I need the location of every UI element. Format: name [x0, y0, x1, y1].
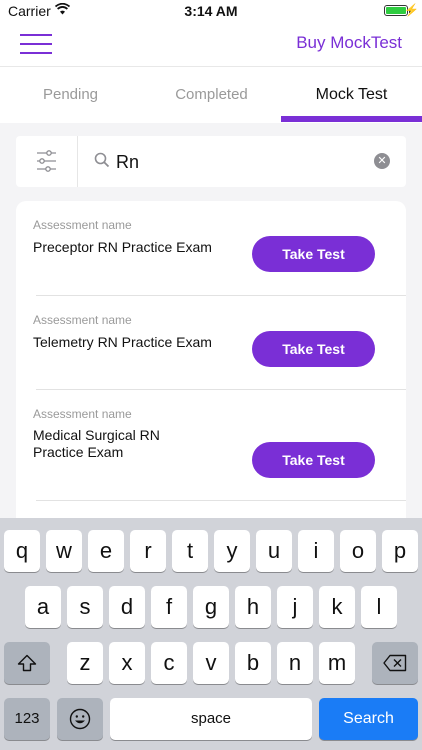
search-input[interactable]	[116, 148, 366, 176]
shift-key[interactable]	[4, 642, 50, 684]
key-j[interactable]: j	[277, 586, 313, 628]
backspace-icon	[383, 654, 407, 672]
nav-bar: Buy MockTest	[0, 22, 422, 66]
space-key[interactable]: space	[110, 698, 312, 740]
emoji-key[interactable]	[57, 698, 103, 740]
assessment-name: Telemetry RN Practice Exam	[33, 334, 212, 350]
key-r[interactable]: r	[130, 530, 166, 572]
key-e[interactable]: e	[88, 530, 124, 572]
key-i[interactable]: i	[298, 530, 334, 572]
key-b[interactable]: b	[235, 642, 271, 684]
key-c[interactable]: c	[151, 642, 187, 684]
key-n[interactable]: n	[277, 642, 313, 684]
take-test-button[interactable]: Take Test	[252, 331, 375, 367]
key-g[interactable]: g	[193, 586, 229, 628]
divider	[36, 389, 406, 390]
key-z[interactable]: z	[67, 642, 103, 684]
keyboard: q w e r t y u i o p a s d f g h j k l z …	[0, 518, 422, 750]
key-x[interactable]: x	[109, 642, 145, 684]
buy-mocktest-button[interactable]: Buy MockTest	[296, 33, 402, 53]
key-m[interactable]: m	[319, 642, 355, 684]
search-icon	[94, 152, 110, 168]
assessment-caption: Assessment name	[33, 218, 132, 232]
key-t[interactable]: t	[172, 530, 208, 572]
status-time: 3:14 AM	[184, 3, 238, 19]
key-f[interactable]: f	[151, 586, 187, 628]
key-s[interactable]: s	[67, 586, 103, 628]
clear-search-icon[interactable]: ✕	[374, 153, 390, 169]
key-a[interactable]: a	[25, 586, 61, 628]
assessment-name: Preceptor RN Practice Exam	[33, 239, 212, 255]
delete-key[interactable]	[372, 642, 418, 684]
take-test-button[interactable]: Take Test	[252, 236, 375, 272]
assessment-caption: Assessment name	[33, 407, 132, 421]
take-test-button[interactable]: Take Test	[252, 442, 375, 478]
key-w[interactable]: w	[46, 530, 82, 572]
divider	[36, 295, 406, 296]
active-tab-indicator	[281, 116, 422, 122]
key-u[interactable]: u	[256, 530, 292, 572]
search-bar: ✕	[16, 136, 406, 187]
shift-icon	[17, 654, 37, 672]
status-bar: Carrier 3:14 AM ⚡	[0, 0, 422, 22]
key-p[interactable]: p	[382, 530, 418, 572]
numbers-key[interactable]: 123	[4, 698, 50, 740]
filter-icon	[37, 150, 56, 172]
key-l[interactable]: l	[361, 586, 397, 628]
key-k[interactable]: k	[319, 586, 355, 628]
emoji-icon	[69, 708, 91, 730]
key-y[interactable]: y	[214, 530, 250, 572]
key-v[interactable]: v	[193, 642, 229, 684]
search-key[interactable]: Search	[319, 698, 418, 740]
key-h[interactable]: h	[235, 586, 271, 628]
charging-icon: ⚡	[404, 3, 419, 17]
tab-completed[interactable]: Completed	[141, 67, 282, 124]
assessment-list: Assessment name Preceptor RN Practice Ex…	[16, 201, 406, 531]
assessment-name: Medical Surgical RN Practice Exam	[33, 427, 160, 460]
tab-bar: Pending Completed Mock Test	[0, 66, 422, 123]
key-o[interactable]: o	[340, 530, 376, 572]
divider	[36, 500, 406, 501]
filter-button[interactable]	[16, 136, 78, 187]
tab-pending[interactable]: Pending	[0, 67, 141, 124]
key-d[interactable]: d	[109, 586, 145, 628]
assessment-caption: Assessment name	[33, 313, 132, 327]
key-q[interactable]: q	[4, 530, 40, 572]
menu-icon[interactable]	[20, 34, 52, 54]
